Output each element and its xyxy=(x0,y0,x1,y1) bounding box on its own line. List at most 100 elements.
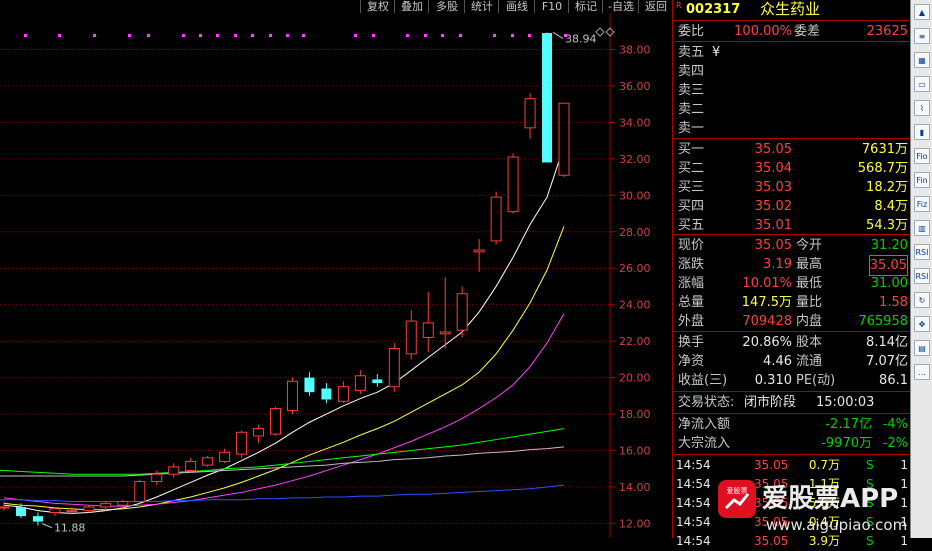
candle-body xyxy=(134,480,146,503)
back-button[interactable]: 返回 xyxy=(638,0,673,13)
tool-sidebar: ▲ ≡ ▦ ▭ ⌇ ▮ Fio Fin Fiz ▥ RSI RSI ↻ ✥ ▤ … xyxy=(910,0,932,538)
trade-status-time: 15:00:03 xyxy=(816,395,875,410)
candle-body xyxy=(337,386,349,402)
overlay-button[interactable]: 叠加 xyxy=(394,0,429,13)
trade-status-value: 闭市阶段 xyxy=(744,395,797,410)
stat-value: 3.19 xyxy=(763,257,792,272)
stat-value: 8.14亿 xyxy=(866,335,908,350)
candle-body xyxy=(253,428,265,437)
candle-body xyxy=(32,516,43,522)
rsi-label-icon[interactable]: RSI xyxy=(914,268,930,284)
candle-body xyxy=(354,375,366,391)
flow-row: 大宗流入 -9970万 -2% xyxy=(674,434,910,453)
buy-label: 买一 xyxy=(678,142,705,157)
tick-time: 14:54 xyxy=(676,534,711,548)
candle-body xyxy=(388,347,400,388)
bar-icon[interactable]: ▥ xyxy=(914,220,930,236)
quote-panel: R 002317 众生药业 委比 100.00% 委差 23625 卖五 ¥ 卖四卖… xyxy=(674,0,910,548)
ma-line-1 xyxy=(3,145,565,514)
y-tick-label: 22.00 xyxy=(619,335,651,348)
flow-label: 净流入额 xyxy=(678,417,731,432)
buy-row-4: 买四 35.02 8.4万 xyxy=(674,197,910,216)
marker-dot xyxy=(406,34,409,37)
marker-dot xyxy=(24,34,27,37)
kline-chart[interactable]: 38.00 36.00 34.00 32.00 30.00 28.00 26.00 24.00… xyxy=(0,13,672,538)
marker-dot xyxy=(354,34,357,37)
flow-label: 大宗流入 xyxy=(678,436,731,451)
stat-label: 外盘 xyxy=(678,314,705,329)
sell-row-3: 卖三 xyxy=(674,81,910,100)
stat-label: 涨幅 xyxy=(678,276,705,291)
arrow-up-icon[interactable]: ▲ xyxy=(914,4,930,20)
y-tick-label: 14.00 xyxy=(619,481,651,494)
divider xyxy=(674,138,910,139)
f10-button[interactable]: F10 xyxy=(534,0,569,13)
tick-time: 14:54 xyxy=(676,458,711,472)
y-tick-label: 26.00 xyxy=(619,262,651,275)
buy-row-1: 买一 35.05 7631万 xyxy=(674,140,910,159)
fiz-icon[interactable]: Fiz xyxy=(914,196,930,212)
sell-row-1: 卖一 xyxy=(674,119,910,138)
divider xyxy=(674,234,910,235)
watermark: 爱股票 爱股票APP www.aigupiao.com xyxy=(718,480,907,534)
window-icon[interactable]: ▭ xyxy=(914,76,930,92)
candle-body xyxy=(15,507,26,517)
marker-dot xyxy=(528,34,531,37)
candle-body xyxy=(219,451,231,462)
stat-value: 35.05 xyxy=(868,255,908,276)
buy-label: 买二 xyxy=(678,161,705,176)
stats-button[interactable]: 统计 xyxy=(464,0,499,13)
stat-label: 股本 xyxy=(796,335,823,350)
sell-label: 卖五 xyxy=(678,45,705,60)
grid-icon[interactable]: ▦ xyxy=(914,52,930,68)
price-axis: 38.00 36.00 34.00 32.00 30.00 28.00 26.00 24.00… xyxy=(610,43,651,530)
candle-body xyxy=(456,293,468,331)
line-chart-icon[interactable]: ⌇ xyxy=(914,100,930,116)
tick-count: 1 xyxy=(900,458,908,472)
refresh-icon[interactable]: ↻ xyxy=(914,292,930,308)
stock-name: 众生药业 xyxy=(760,0,821,18)
divider xyxy=(674,331,910,332)
stat-label: 换手 xyxy=(678,335,705,350)
trade-status-label: 交易状态: xyxy=(678,395,735,410)
stock-code: 002317 xyxy=(686,2,741,17)
weicha-label: 委差 xyxy=(794,24,821,39)
flow-pct: -2% xyxy=(882,436,908,451)
move-icon[interactable]: ✥ xyxy=(914,316,930,332)
multi-stock-button[interactable]: 多股 xyxy=(428,0,465,13)
list-icon[interactable]: ≡ xyxy=(914,28,930,44)
candle-icon[interactable]: ▮ xyxy=(914,124,930,140)
stat-label: 现价 xyxy=(678,238,705,253)
tick-row: 14:54 35.05 0.7万 S 1 xyxy=(674,456,910,475)
y-tick-label: 30.00 xyxy=(619,189,651,202)
stat-value: 35.05 xyxy=(754,238,792,253)
flow-value: -2.17亿 xyxy=(825,417,872,432)
remove-watchlist-button[interactable]: -自选 xyxy=(602,0,639,13)
candle-body xyxy=(422,322,434,338)
weibi-value: 100.00% xyxy=(734,24,792,39)
more-icon[interactable]: … xyxy=(914,364,930,380)
candle-body xyxy=(490,196,502,242)
rsi-icon[interactable]: RSI xyxy=(914,244,930,260)
doc-icon[interactable]: ▤ xyxy=(914,340,930,356)
sell-label: 卖四 xyxy=(678,64,705,79)
fin-icon[interactable]: Fin xyxy=(914,172,930,188)
trade-status-row: 交易状态: 闭市阶段 15:00:03 xyxy=(674,393,910,412)
buy-volume: 568.7万 xyxy=(857,161,908,176)
buy-row-2: 买二 35.04 568.7万 xyxy=(674,159,910,178)
f10-icon[interactable]: Fio xyxy=(914,148,930,164)
marker-dot xyxy=(128,34,131,37)
stat-value: 7.07亿 xyxy=(866,354,908,369)
candle-body xyxy=(286,380,298,411)
fuquan-button[interactable]: 复权 xyxy=(360,0,395,13)
mark-button[interactable]: 标记 xyxy=(568,0,603,13)
watermark-url: www.aigupiao.com xyxy=(766,516,907,534)
chart-grid xyxy=(0,13,611,538)
candle-body xyxy=(473,249,485,253)
tick-time: 14:54 xyxy=(676,515,711,529)
candle-body xyxy=(0,506,10,509)
buy-volume: 54.3万 xyxy=(866,218,908,233)
draw-line-button[interactable]: 画线 xyxy=(498,0,535,13)
sell-label: 卖一 xyxy=(678,121,705,136)
candle-body xyxy=(66,510,78,513)
